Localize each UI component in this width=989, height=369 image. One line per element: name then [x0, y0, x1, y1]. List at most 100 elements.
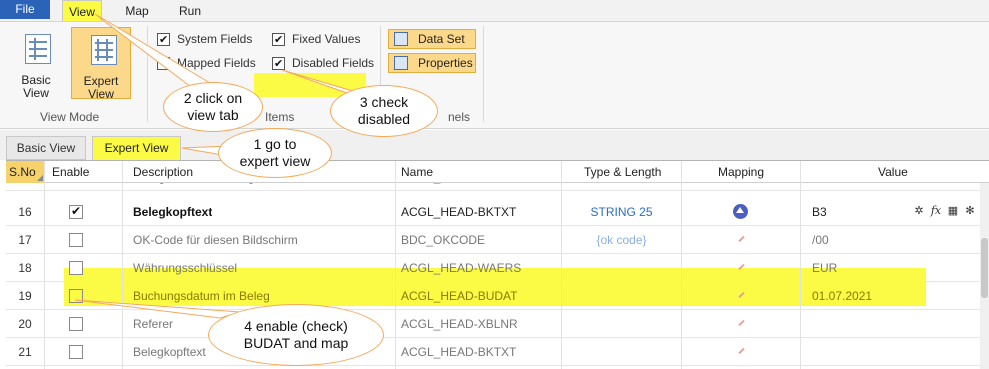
row-sno: 20: [18, 317, 32, 331]
header-mapping[interactable]: Mapping: [718, 161, 764, 183]
header-sno[interactable]: S.No: [6, 161, 44, 183]
settings-icon[interactable]: ✻: [963, 204, 977, 218]
mapping-pin-icon[interactable]: [738, 292, 744, 298]
row-sno: 18: [18, 261, 32, 275]
view-tab-strip: Basic View Expert View: [0, 130, 989, 160]
panels-group-label: nels: [448, 110, 471, 124]
tab-expert-view[interactable]: Expert View: [92, 136, 181, 160]
grid-icon: [25, 34, 51, 64]
mapping-pin-icon[interactable]: [738, 264, 744, 270]
row-name: ACGL_HEAD-BKTXT: [401, 205, 517, 219]
callout-1-line-1: 1 go to: [253, 136, 297, 152]
row-value: 02: [812, 183, 825, 190]
field-grid: S.No Enable Description Name Type & Leng…: [6, 160, 989, 369]
header-value[interactable]: Value: [878, 161, 908, 183]
system-fields-label: System Fields: [177, 32, 253, 46]
row-value[interactable]: 01.07.2021: [812, 282, 872, 310]
mapping-pin-icon[interactable]: [738, 320, 744, 326]
callout-4-line-2: BUDAT and map: [243, 335, 349, 351]
tab-run[interactable]: Run: [170, 0, 210, 22]
tree-grid-icon: [91, 35, 117, 65]
row-sno: 17: [18, 233, 32, 247]
view-mode-group-label: View Mode: [40, 110, 100, 124]
fixed-values-label: Fixed Values: [292, 32, 361, 46]
expert-view-label-2: View: [88, 87, 114, 101]
table-row[interactable]: 20 Referer ACGL_HEAD-XBLNR: [6, 310, 989, 338]
row-value[interactable]: B3: [812, 198, 827, 226]
header-name[interactable]: Name: [401, 161, 433, 183]
enable-checkbox[interactable]: [69, 233, 83, 247]
tab-view[interactable]: View: [62, 0, 102, 22]
enable-checkbox[interactable]: [69, 289, 83, 303]
callout-2-line-2: view tab: [187, 107, 239, 123]
checkbox-icon: [157, 57, 170, 70]
row-type: STRING 25: [590, 205, 653, 219]
table-row[interactable]: 17 OK-Code für diesen Bildschirm BDC_OKC…: [6, 226, 989, 254]
ribbon: BasicView ExpertView View Mode System Fi…: [0, 21, 989, 129]
row-name: ACGL_HEAD-XBLNR: [401, 317, 518, 331]
table-row[interactable]: 16 Belegkopftext ACGL_HEAD-BKTXT STRING …: [6, 198, 989, 226]
checkbox-icon: [272, 32, 285, 49]
callout-step-1: 1 go to expert view: [218, 128, 332, 178]
callout-step-3: 3 check disabled: [330, 85, 438, 137]
callout-2-line-1: 2 click on: [183, 90, 243, 106]
header-description[interactable]: Description: [133, 161, 193, 183]
row-name: BDC_OKCODE: [401, 233, 486, 247]
expert-view-label-1: Expert: [83, 74, 119, 88]
properties-button[interactable]: Properties: [388, 53, 476, 73]
header-enable[interactable]: Enable: [52, 161, 89, 183]
gear-icon[interactable]: ✲: [912, 204, 926, 218]
data-set-button[interactable]: Data Set: [388, 29, 476, 49]
callout-3-line-2: disabled: [357, 111, 411, 127]
row-description: Belegkopftext: [133, 345, 206, 359]
mapped-fields-label: Mapped Fields: [177, 56, 256, 70]
grid-scrollbar[interactable]: [980, 183, 989, 369]
value-actions: ✲ fx ▦ ✻: [912, 204, 978, 220]
enable-checkbox[interactable]: [69, 317, 83, 331]
table-row[interactable]: 18 Währungsschlüssel ACGL_HEAD-WAERS EUR: [6, 254, 989, 282]
table-row[interactable]: 21 Belegkopftext ACGL_HEAD-BKTXT: [6, 338, 989, 366]
file-menu[interactable]: File: [0, 0, 50, 19]
row-sno: 21: [18, 345, 32, 359]
basic-view-label-2: View: [23, 86, 49, 100]
callout-step-2: 2 click on view tab: [163, 82, 263, 132]
tab-map[interactable]: Map: [117, 0, 157, 22]
callout-4-line-1: 4 enable (check): [244, 318, 348, 334]
row-description: Währungsschlüssel: [133, 261, 238, 275]
data-set-icon: [394, 32, 408, 46]
row-name: ACGL_HEAD-WAERS: [401, 261, 522, 275]
row-name: ACGL_HEAD-BKTXT: [401, 345, 517, 359]
row-description: OK-Code für diesen Bildschirm: [133, 233, 298, 247]
checkbox-icon: [272, 56, 285, 73]
row-description: Belegdatum im Beleg: [133, 183, 255, 190]
scrollbar-thumb[interactable]: [981, 238, 988, 298]
properties-label: Properties: [418, 56, 473, 70]
mapping-pin-icon[interactable]: [738, 236, 744, 242]
menu-bar: File View Map Run: [0, 0, 989, 22]
table-row-partial[interactable]: Belegdatum im Beleg ACGL_HEAD-BLDAT 02: [6, 183, 989, 191]
table-icon[interactable]: ▦: [946, 204, 960, 218]
row-name: ACGL_HEAD-BLDAT: [401, 183, 515, 190]
formula-icon[interactable]: fx: [929, 204, 943, 218]
table-row[interactable]: 19 Buchungsdatum im Beleg ACGL_HEAD-BUDA…: [6, 282, 989, 310]
tab-basic-view[interactable]: Basic View: [6, 136, 86, 160]
mapping-pin-icon[interactable]: [738, 348, 744, 354]
enable-checkbox[interactable]: [69, 204, 83, 219]
row-value[interactable]: /00: [812, 226, 829, 254]
row-description: Belegkopftext: [133, 205, 213, 219]
basic-view-button[interactable]: Basic View: [6, 27, 66, 100]
row-value[interactable]: EUR: [812, 254, 837, 282]
mapping-arrow-icon[interactable]: [733, 204, 748, 219]
header-type-length[interactable]: Type & Length: [584, 161, 661, 183]
enable-checkbox[interactable]: [69, 345, 83, 359]
basic-view-label-1: Basic: [21, 73, 51, 87]
enable-checkbox[interactable]: [69, 261, 83, 275]
callout-step-4: 4 enable (check) BUDAT and map: [208, 304, 384, 366]
row-name: ACGL_HEAD-BUDAT: [401, 289, 518, 303]
properties-icon: [394, 56, 408, 70]
data-set-label: Data Set: [418, 32, 465, 46]
callout-3-line-1: 3 check: [359, 94, 409, 110]
expert-view-button[interactable]: Expert View: [71, 27, 131, 101]
checkbox-icon: [157, 32, 170, 49]
row-sno: 16: [18, 205, 32, 219]
